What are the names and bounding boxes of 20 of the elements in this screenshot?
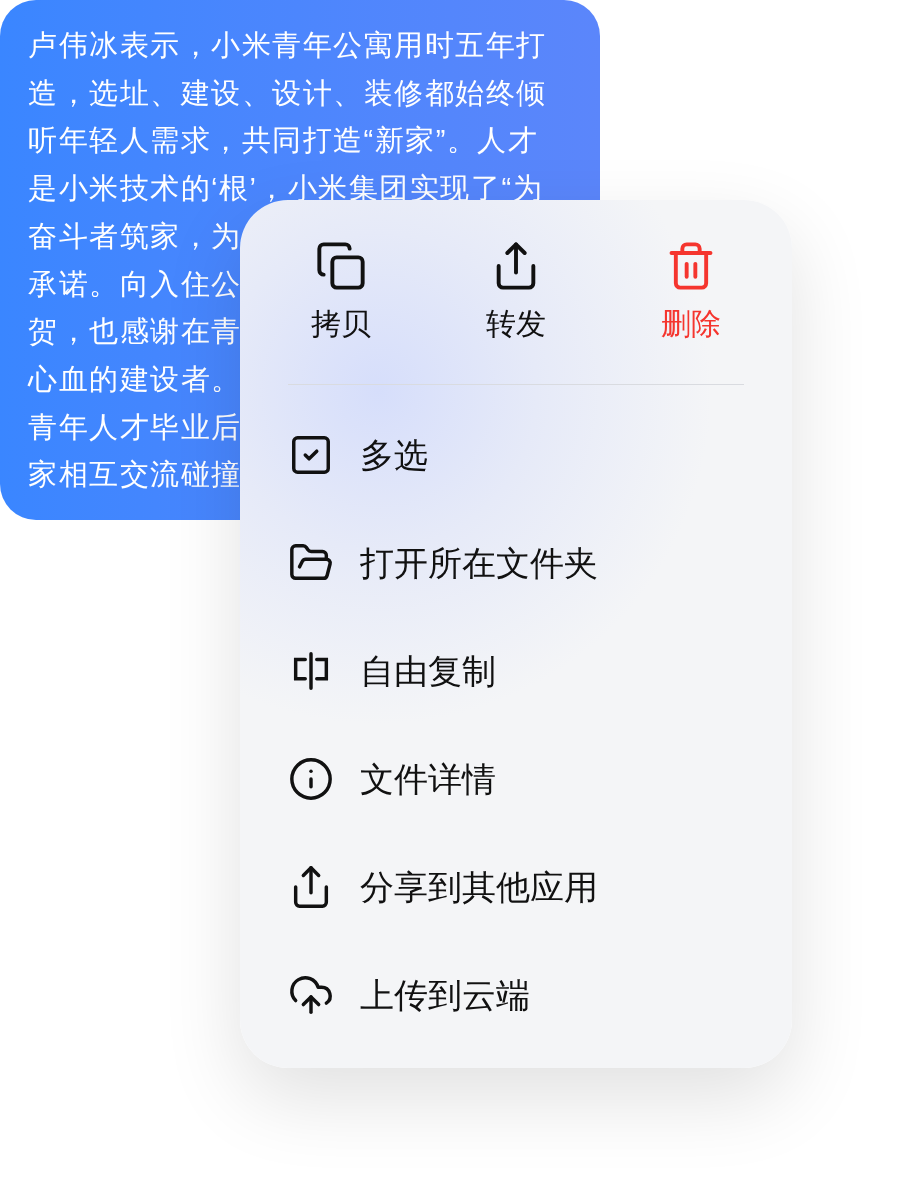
menu-item[interactable]: 分享到其他应用 [240,833,792,941]
message-text-line: 奋斗者筑家，为 [28,218,242,254]
menu-item[interactable]: 上传到云端 [240,941,792,1049]
copy-icon [315,240,367,292]
message-text-line: 承诺。向入住公 [28,266,242,302]
menu-action-button[interactable]: 拷贝 [254,240,428,344]
message-text-line: 卢伟冰表示，小米青年公寓用时五年打 [28,28,547,63]
info-icon [288,756,334,802]
message-text-line: 贺，也感谢在青 [28,314,242,350]
message-text-line: 家相互交流碰撞 [28,457,242,493]
menu-item[interactable]: 打开所在文件夹 [240,509,792,617]
menu-action-button[interactable]: 转发 [429,240,603,344]
message-text-line: 听年轻人需求，共同打造“新家”。人才 [28,123,539,159]
menu-item[interactable]: 自由复制 [240,617,792,725]
menu-item[interactable]: 多选 [240,401,792,509]
message-text-line: 青年人才毕业后 [28,409,242,445]
menu-action-button[interactable]: 删除 [604,240,778,344]
menu-item[interactable]: 文件详情 [240,725,792,833]
message-text-line: 造，选址、建设、设计、装修都始终倾 [28,75,547,111]
message-text-line: 心血的建设者。 [28,361,242,397]
